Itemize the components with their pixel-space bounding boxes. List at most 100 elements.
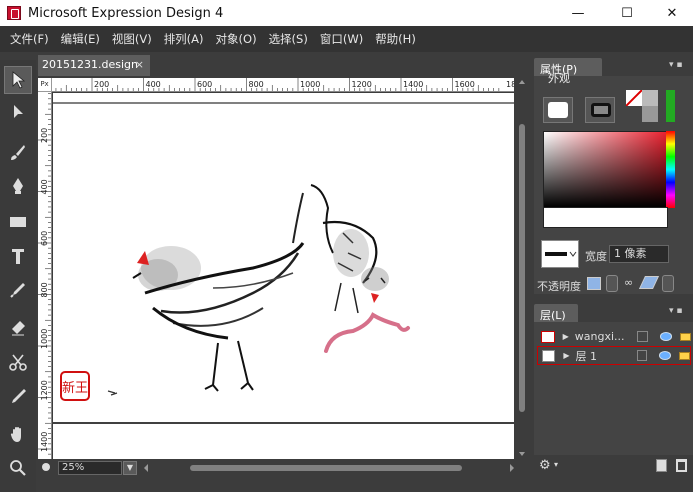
menu-help[interactable]: 帮助(H)	[369, 26, 422, 52]
direct-selection-tool[interactable]	[4, 98, 32, 126]
pin-icon[interactable]: ▾ ▪	[669, 60, 682, 70]
vertical-ruler[interactable]: 200 400 600 800 1000 1200 1400	[38, 92, 52, 459]
scissors-tool[interactable]	[4, 348, 32, 376]
fill-swatch	[548, 102, 568, 118]
brush-tool[interactable]	[4, 138, 32, 166]
hand-tool[interactable]	[4, 420, 32, 448]
selection-icon	[12, 71, 26, 89]
appearance-section-label: 外观	[548, 72, 570, 85]
tab-layers[interactable]: 层(L)	[534, 304, 578, 324]
close-button[interactable]: ✕	[649, 0, 693, 26]
ruler-label: 1200	[40, 380, 49, 400]
opacity-label: 不透明度	[537, 280, 581, 293]
ruler-label: 600	[40, 231, 49, 246]
ruler-label: 600	[197, 80, 212, 89]
layer-color-box[interactable]	[636, 331, 648, 342]
app-icon	[7, 6, 21, 20]
text-tool[interactable]	[4, 242, 32, 270]
green-swatch[interactable]	[666, 90, 675, 122]
menu-object[interactable]: 对象(O)	[210, 26, 263, 52]
new-layer-icon[interactable]	[656, 459, 667, 472]
knife-tool[interactable]	[4, 382, 32, 410]
ruler-label: 1200	[352, 80, 372, 89]
rectangle-icon	[10, 217, 26, 227]
vertical-scrollbar[interactable]	[516, 78, 528, 460]
window-title: Microsoft Expression Design 4	[28, 5, 224, 21]
stroke-swatch	[591, 103, 611, 117]
menu-edit[interactable]: 编辑(E)	[55, 26, 106, 52]
vertical-ruler-ticks: 200 400 600 800 1000 1200 1400	[38, 93, 51, 455]
pen-tool[interactable]	[4, 172, 32, 200]
zoom-tool[interactable]	[4, 454, 32, 482]
expand-triangle-icon[interactable]: ▶	[563, 351, 569, 360]
fill-type-none-icon[interactable]	[625, 89, 658, 122]
horizontal-ruler[interactable]: 200 400 600 800 1000 1200 1400 1600 1800	[52, 78, 514, 92]
opacity-swatch-icon[interactable]	[587, 277, 601, 290]
chick-drawing[interactable]	[361, 267, 389, 303]
artboard[interactable]: 新王	[53, 93, 514, 459]
ruler-label: 1400	[40, 432, 49, 452]
vertical-scrollbar-graphic	[519, 80, 525, 456]
red-seal[interactable]: 新王	[60, 371, 90, 401]
title-bar: Microsoft Expression Design 4 — ☐ ✕	[0, 0, 693, 26]
worm-drawing[interactable]	[324, 312, 410, 353]
menu-select[interactable]: 选择(S)	[263, 26, 314, 52]
menu-window[interactable]: 窗口(W)	[314, 26, 369, 52]
rectangle-tool[interactable]	[4, 208, 32, 236]
trash-icon[interactable]	[676, 459, 687, 472]
fill-type-graphic	[625, 89, 658, 122]
hen-left-drawing[interactable]	[132, 192, 305, 392]
color-picker-field[interactable]	[543, 131, 668, 208]
effect-field[interactable]	[662, 275, 674, 292]
gear-dropdown-icon[interactable]: ▾	[554, 460, 558, 469]
layer-thumbnail	[541, 330, 555, 343]
scroll-left-icon	[144, 464, 148, 472]
document-tab[interactable]: 20151231.design ×	[38, 55, 150, 76]
scroll-up-icon	[519, 80, 525, 84]
layer-name: wangxi...	[574, 330, 625, 343]
layer-row[interactable]: ▶ wangxi...	[537, 327, 691, 346]
hen-right-drawing[interactable]	[310, 184, 378, 314]
menu-arrange[interactable]: 排列(A)	[158, 26, 210, 52]
layer-name: 层 1	[575, 349, 598, 363]
link-icon[interactable]: ∞	[624, 276, 633, 289]
zoom-indicator-icon	[42, 463, 50, 471]
layers-pin-icon[interactable]: ▾ ▪	[669, 306, 682, 316]
layer-row-selected[interactable]: ▶ 层 1	[537, 346, 691, 365]
gear-icon[interactable]: ⚙	[539, 458, 551, 473]
stroke-style-selector[interactable]	[541, 240, 579, 268]
menu-view[interactable]: 视图(V)	[106, 26, 158, 52]
ruler-label: 400	[146, 80, 161, 89]
hue-slider[interactable]	[666, 131, 675, 208]
zoom-input[interactable]: 25%	[58, 461, 122, 475]
stroke-swatch-button[interactable]	[585, 97, 615, 123]
expand-triangle-icon[interactable]: ▶	[563, 332, 569, 341]
lock-icon[interactable]	[680, 332, 691, 341]
eye-icon[interactable]	[659, 351, 672, 360]
ruler-label: 400	[40, 179, 49, 194]
document-tab-label: 20151231.design	[42, 58, 138, 71]
ruler-unit[interactable]: Px	[38, 78, 52, 92]
zoom-dropdown-button[interactable]: ▼	[123, 461, 137, 475]
eraser-tool[interactable]	[4, 314, 32, 342]
maximize-button[interactable]: ☐	[604, 0, 650, 26]
lock-icon[interactable]	[679, 351, 690, 360]
stroke-style-graphic	[545, 251, 577, 257]
layer-color-box[interactable]	[636, 350, 648, 361]
direct-selection-icon	[14, 105, 23, 118]
chevron-down-icon: ▼	[126, 463, 134, 472]
opacity-field[interactable]	[606, 275, 618, 292]
zoom-icon	[10, 460, 26, 476]
selection-tool[interactable]	[4, 66, 32, 94]
minimize-button[interactable]: —	[555, 0, 601, 26]
close-tab-icon[interactable]: ×	[135, 58, 144, 71]
ruler-label: 1800	[506, 80, 514, 89]
eye-icon[interactable]	[659, 332, 673, 341]
eyedropper-tool[interactable]	[4, 276, 32, 304]
menu-file[interactable]: 文件(F)	[4, 26, 55, 52]
fill-swatch-button[interactable]	[543, 97, 573, 123]
scroll-down-icon	[519, 452, 525, 456]
knife-icon	[12, 389, 26, 403]
layer-thumbnail	[542, 349, 556, 362]
stroke-width-input[interactable]: 1 像素	[609, 245, 669, 263]
